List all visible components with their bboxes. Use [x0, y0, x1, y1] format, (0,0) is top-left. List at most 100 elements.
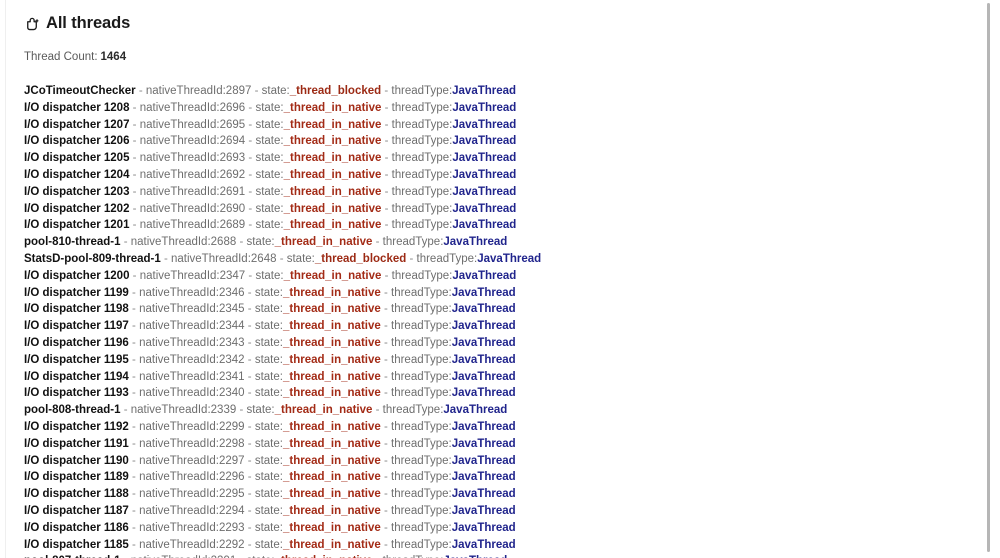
- separator: -: [245, 202, 256, 215]
- separator: -: [380, 454, 391, 467]
- separator: -: [380, 320, 391, 333]
- separator: -: [244, 336, 255, 349]
- state-label: state:: [254, 286, 283, 299]
- thread-type-label: threadType:: [391, 101, 453, 114]
- thread-name: I/O dispatcher 1198: [24, 303, 129, 316]
- thread-row: I/O dispatcher 1188 - nativeThreadId:229…: [24, 486, 985, 503]
- thread-row: pool-810-thread-1 - nativeThreadId:2688 …: [24, 234, 985, 251]
- thread-name: I/O dispatcher 1201: [24, 219, 130, 232]
- separator: -: [244, 538, 255, 551]
- state-value: _thread_in_native: [283, 152, 382, 165]
- thread-type-value: JavaThread: [452, 269, 517, 282]
- separator: -: [380, 420, 391, 433]
- native-thread-id-value: 2297: [219, 454, 245, 467]
- thread-type-label: threadType:: [391, 471, 452, 484]
- state-value: _thread_in_native: [282, 420, 381, 433]
- native-thread-id-label: nativeThreadId:: [139, 471, 219, 484]
- state-label: state:: [255, 101, 284, 114]
- thread-type-value: JavaThread: [452, 185, 517, 198]
- separator: -: [372, 236, 383, 249]
- native-thread-id-value: 2295: [219, 488, 245, 501]
- separator: -: [128, 303, 140, 316]
- separator: -: [380, 387, 391, 400]
- separator: -: [381, 152, 392, 165]
- state-value: _thread_in_native: [274, 236, 373, 249]
- state-label: state:: [255, 202, 284, 215]
- thread-type-label: threadType:: [391, 202, 453, 215]
- separator: -: [129, 185, 140, 198]
- thread-type-value: JavaThread: [451, 454, 516, 467]
- native-thread-id-value: 2296: [219, 471, 245, 484]
- separator: -: [120, 404, 131, 417]
- native-thread-id-value: 2690: [219, 202, 246, 215]
- state-label: state:: [255, 152, 284, 165]
- thread-row: I/O dispatcher 1197 - nativeThreadId:234…: [24, 318, 985, 335]
- thread-type-label: threadType:: [391, 370, 452, 383]
- separator: -: [129, 152, 140, 165]
- separator: -: [128, 370, 140, 383]
- separator: -: [244, 320, 255, 333]
- thread-name: I/O dispatcher 1202: [24, 202, 130, 215]
- thread-type-label: threadType:: [391, 135, 453, 148]
- separator: -: [244, 420, 255, 433]
- thread-name: I/O dispatcher 1204: [24, 168, 130, 181]
- native-thread-id-value: 2342: [219, 353, 245, 366]
- separator: -: [381, 101, 392, 114]
- state-value: _thread_in_native: [283, 202, 382, 215]
- separator: -: [128, 420, 140, 433]
- native-thread-id-label: nativeThreadId:: [139, 185, 220, 198]
- separator: -: [128, 454, 140, 467]
- vertical-scrollbar-thumb[interactable]: [987, 3, 990, 552]
- thread-row: I/O dispatcher 1194 - nativeThreadId:234…: [24, 369, 985, 386]
- native-thread-id-value: 2298: [219, 437, 245, 450]
- separator: -: [129, 118, 140, 131]
- native-thread-id-label: nativeThreadId:: [139, 168, 220, 181]
- separator: -: [245, 118, 256, 131]
- thread-count-value: 1464: [100, 51, 127, 63]
- separator: -: [381, 185, 392, 198]
- state-label: state:: [286, 252, 315, 265]
- thread-type-value: JavaThread: [451, 504, 516, 517]
- state-value: _thread_in_native: [274, 404, 373, 417]
- thread-type-label: threadType:: [391, 454, 452, 467]
- separator: -: [128, 336, 140, 349]
- state-value: _thread_blocked: [314, 252, 407, 265]
- thread-row: I/O dispatcher 1204 - nativeThreadId:269…: [24, 167, 985, 184]
- separator: -: [380, 488, 391, 501]
- separator: -: [244, 488, 255, 501]
- thread-type-label: threadType:: [391, 320, 452, 333]
- state-label: state:: [254, 303, 283, 316]
- thread-type-value: JavaThread: [452, 152, 517, 165]
- thread-type-label: threadType:: [391, 387, 452, 400]
- state-value: _thread_in_native: [282, 303, 381, 316]
- thread-type-value: JavaThread: [452, 168, 517, 181]
- state-label: state:: [254, 538, 283, 551]
- separator: -: [128, 504, 140, 517]
- separator: -: [244, 286, 255, 299]
- thread-name: I/O dispatcher 1206: [24, 135, 130, 148]
- thread-type-label: threadType:: [416, 252, 478, 265]
- separator: -: [129, 219, 140, 232]
- state-value: _thread_in_native: [282, 488, 381, 501]
- state-value: _thread_in_native: [282, 437, 381, 450]
- thread-name: pool-808-thread-1: [24, 404, 121, 417]
- state-value: _thread_in_native: [282, 504, 381, 517]
- separator: -: [406, 252, 417, 265]
- state-value: _thread_in_native: [283, 118, 382, 131]
- native-thread-id-label: nativeThreadId:: [139, 437, 219, 450]
- separator: -: [128, 471, 140, 484]
- separator: -: [380, 353, 391, 366]
- thread-type-value: JavaThread: [452, 101, 517, 114]
- thread-row: I/O dispatcher 1201 - nativeThreadId:268…: [24, 217, 985, 234]
- thread-type-value: JavaThread: [451, 336, 516, 349]
- native-thread-id-value: 2689: [219, 219, 246, 232]
- state-label: state:: [255, 135, 284, 148]
- separator: -: [245, 152, 256, 165]
- native-thread-id-label: nativeThreadId:: [130, 404, 211, 417]
- thread-name: StatsD-pool-809-thread-1: [24, 252, 161, 265]
- state-label: state:: [255, 118, 284, 131]
- thread-name: I/O dispatcher 1185: [24, 538, 129, 551]
- native-thread-id-label: nativeThreadId:: [139, 353, 219, 366]
- thread-row: I/O dispatcher 1199 - nativeThreadId:234…: [24, 285, 985, 302]
- vertical-scrollbar-track[interactable]: [987, 0, 996, 558]
